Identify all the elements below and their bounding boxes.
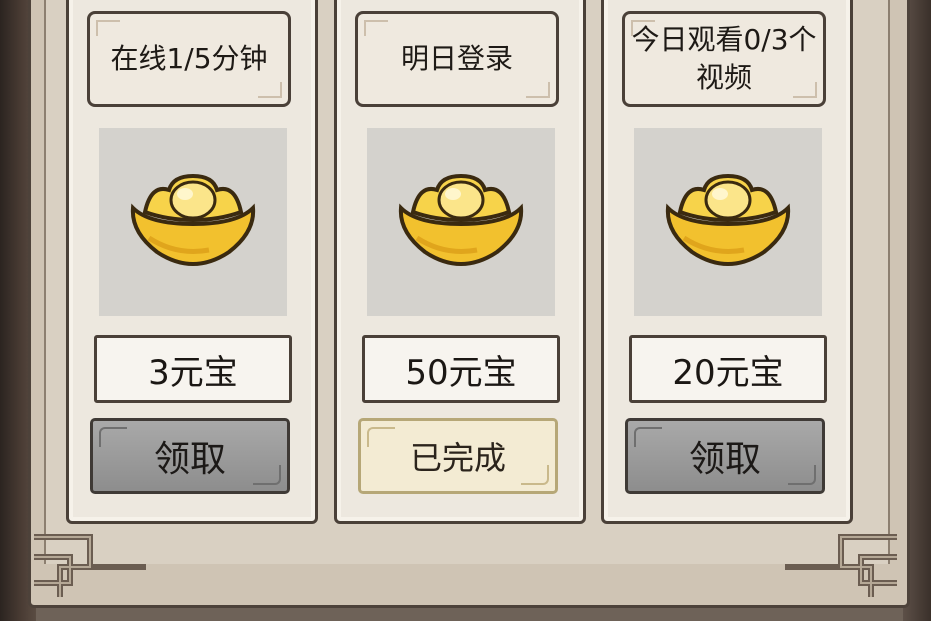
reward-card-video: 今日观看0/3个视频 20元宝 领取 xyxy=(601,0,853,524)
reward-amount: 3元宝 xyxy=(94,335,292,403)
gold-ingot-icon xyxy=(665,173,791,266)
reward-card-login: 明日登录 50元宝 已完成 xyxy=(334,0,586,524)
lattice-corner-left-icon xyxy=(34,534,146,597)
reward-icon-box xyxy=(634,128,822,316)
task-label: 在线1/5分钟 xyxy=(87,11,291,107)
reward-icon-box xyxy=(99,128,287,316)
reward-amount: 50元宝 xyxy=(362,335,560,403)
task-label: 今日观看0/3个视频 xyxy=(622,11,826,107)
gold-ingot-icon xyxy=(398,173,524,266)
claim-button[interactable]: 领取 xyxy=(625,418,825,494)
gold-ingot-icon xyxy=(130,173,256,266)
completed-button[interactable]: 已完成 xyxy=(358,418,558,494)
task-label: 明日登录 xyxy=(355,11,559,107)
reward-icon-box xyxy=(367,128,555,316)
reward-card-online: 在线1/5分钟 3元宝 领取 xyxy=(66,0,318,524)
lattice-corner-right-icon xyxy=(785,534,897,597)
claim-button[interactable]: 领取 xyxy=(90,418,290,494)
reward-amount: 20元宝 xyxy=(629,335,827,403)
